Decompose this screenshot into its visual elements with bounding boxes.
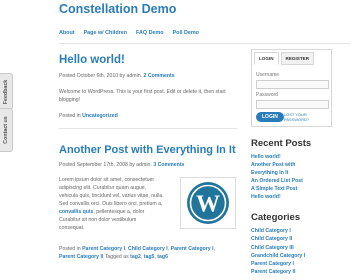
body-line: consequat. [59,225,85,232]
post-categories: Posted in Uncategorized [59,113,237,119]
body-line: convallis quis, pellentesque a, dolor [59,208,174,216]
category-link[interactable]: Grandchild Category I [251,252,332,260]
category-link[interactable]: Parent Category I [82,246,125,252]
post-title[interactable]: Another Post with Everything In It [59,144,237,156]
tag-link[interactable]: tag2 [130,254,141,260]
post-meta: Posted September 17th, 2008 by admin. 3 … [59,162,237,168]
password-input[interactable] [256,100,329,109]
posted-in-label: Posted in [59,245,81,252]
username-input[interactable] [256,80,329,89]
recent-post-link[interactable]: An Ordered List Post [251,177,332,185]
feedback-tab[interactable]: Feedback [0,73,13,110]
post-body: Welcome to WordPress. This is your first… [59,88,226,103]
post-meta-text: Posted September 17th, 2008 by admin. [59,162,152,169]
tagged-as-label: Tagged as [104,253,129,260]
login-button[interactable]: LOGIN [256,112,284,122]
tab-login[interactable]: LOGIN [254,52,279,65]
recent-post-link[interactable]: Hello world! [251,193,332,201]
comments-link[interactable]: 2 Comments [144,73,175,79]
login-form: Username Password LOGIN LOST YOUR PASSWO… [254,65,329,124]
recent-posts-title: Recent Posts [251,138,312,149]
category-link[interactable]: Uncategorized [82,113,118,119]
recent-post-link[interactable]: Hello world! [251,153,332,161]
tab-register[interactable]: REGISTER [280,52,315,65]
nav-item-about[interactable]: About [59,30,75,36]
categories-line: Parent Category II Tagged as tag2, tag5,… [59,253,168,260]
username-label: Username [256,72,280,78]
comments-link[interactable]: 3 Comments [153,162,184,168]
categories-title: Categories [251,212,301,224]
login-widget: LOGIN REGISTER Username Password LOGIN L… [251,49,332,127]
category-link[interactable]: Child Category III [251,244,332,252]
wordpress-logo-image: W [180,177,236,230]
recent-post-link[interactable]: A Simple Text Post [251,185,332,193]
post-content: Lorem ipsum dolor sit amet, consectetuer… [59,176,237,232]
recent-post-link[interactable]: Another Post with [251,161,332,169]
category-link[interactable]: Parent Category I [251,260,332,268]
password-label: Password [256,92,278,98]
post-meta: Posted October 6th, 2010 by admin. 2 Com… [59,73,237,79]
site-title[interactable]: Constellation Demo [59,2,176,16]
post-categories: Posted in Parent Category I, Child Categ… [59,245,237,261]
contact-us-tab[interactable]: Contact us [0,108,13,152]
login-tabs: LOGIN REGISTER [254,52,329,65]
category-link[interactable]: Child Category I [128,246,168,252]
body-line: adipiscing elit. Curabitur quam augue, [59,185,147,192]
contact-tab-label: Contact us [3,116,9,144]
main-nav: About Page w/ Children FAQ Demo Poll Dem… [59,30,199,36]
categories-line: Posted in Parent Category I, Child Categ… [59,245,216,252]
body-link[interactable]: convallis quis [59,209,93,215]
recent-post-link[interactable]: Everything In It [251,169,332,177]
post-body: Lorem ipsum dolor sit amet, consectetuer… [59,176,174,232]
svg-text:W: W [196,192,220,218]
sidebar: LOGIN REGISTER Username Password LOGIN L… [251,49,332,276]
post-divider [59,127,237,129]
post-another-post: Another Post with Everything In It Poste… [59,144,237,261]
tag-link[interactable]: tag6 [157,254,168,260]
recent-posts-list: Hello world! Another Post with Everythin… [251,153,332,201]
nav-divider [59,43,350,44]
nav-item-page-with-children[interactable]: Page w/ Children [84,30,127,36]
nav-item-faq-demo[interactable]: FAQ Demo [136,30,164,36]
category-link[interactable]: Child Category I [251,227,332,235]
categories-list: Child Category I Child Category II Child… [251,227,332,275]
category-link[interactable]: Parent Category II [251,268,332,276]
feedback-tab-label: Feedback [3,79,9,104]
body-text: , pellentesque a, dolor [93,209,145,216]
posted-in-label: Posted in [59,112,81,119]
post-hello-world: Hello world! Posted October 6th, 2010 by… [59,54,237,129]
nav-item-poll-demo[interactable]: Poll Demo [173,30,199,36]
body-line: Curabitur sit non dolor vestibulum [59,217,137,224]
lost-password-link[interactable]: LOST YOUR PASSWORD? [284,112,327,122]
body-line: Lorem ipsum dolor sit amet, consectetuer [59,177,155,184]
login-actions: LOGIN LOST YOUR PASSWORD? [256,112,327,122]
tag-link[interactable]: tag5 [144,254,155,260]
body-line: Sed convallis orci. Duis libero orci, pr… [59,201,163,208]
post-title[interactable]: Hello world! [59,54,237,67]
post-meta-text: Posted October 6th, 2010 by admin. [59,72,143,79]
category-link[interactable]: Parent Category II [59,254,103,260]
body-line: vehicula quis, tincidunt vel, varius vit… [59,193,164,200]
category-link[interactable]: Child Category II [251,235,332,243]
category-link[interactable]: Parent Category I [171,246,214,252]
wordpress-logo-icon: W [187,182,229,225]
